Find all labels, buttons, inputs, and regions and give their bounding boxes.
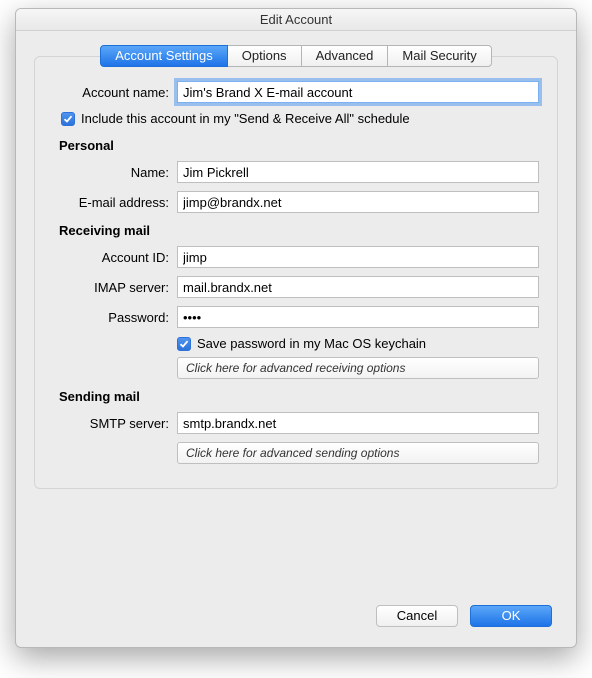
personal-name-input[interactable]: [177, 161, 539, 183]
sending-header: Sending mail: [59, 389, 539, 404]
include-schedule-label: Include this account in my "Send & Recei…: [81, 111, 410, 126]
edit-account-window: Edit Account Account Settings Options Ad…: [15, 8, 577, 648]
imap-server-label: IMAP server:: [53, 280, 169, 295]
tab-options[interactable]: Options: [227, 45, 302, 67]
dialog-footer: Cancel OK: [16, 591, 576, 647]
password-input[interactable]: [177, 306, 539, 328]
save-password-checkbox[interactable]: [177, 337, 191, 351]
save-password-label: Save password in my Mac OS keychain: [197, 336, 426, 351]
ok-button[interactable]: OK: [470, 605, 552, 627]
include-schedule-checkbox[interactable]: [61, 112, 75, 126]
tab-bar: Account Settings Options Advanced Mail S…: [16, 45, 576, 67]
smtp-server-input[interactable]: [177, 412, 539, 434]
window-title: Edit Account: [16, 9, 576, 31]
tab-account-settings[interactable]: Account Settings: [100, 45, 228, 67]
settings-panel: Account name: Include this account in my…: [34, 56, 558, 489]
account-id-label: Account ID:: [53, 250, 169, 265]
imap-server-input[interactable]: [177, 276, 539, 298]
password-label: Password:: [53, 310, 169, 325]
advanced-receiving-button[interactable]: Click here for advanced receiving option…: [177, 357, 539, 379]
personal-header: Personal: [59, 138, 539, 153]
tab-mail-security[interactable]: Mail Security: [387, 45, 491, 67]
advanced-sending-button[interactable]: Click here for advanced sending options: [177, 442, 539, 464]
email-label: E-mail address:: [53, 195, 169, 210]
personal-name-label: Name:: [53, 165, 169, 180]
email-input[interactable]: [177, 191, 539, 213]
smtp-server-label: SMTP server:: [53, 416, 169, 431]
account-name-label: Account name:: [53, 85, 169, 100]
receiving-header: Receiving mail: [59, 223, 539, 238]
cancel-button[interactable]: Cancel: [376, 605, 458, 627]
account-id-input[interactable]: [177, 246, 539, 268]
account-name-input[interactable]: [177, 81, 539, 103]
tab-advanced[interactable]: Advanced: [301, 45, 389, 67]
